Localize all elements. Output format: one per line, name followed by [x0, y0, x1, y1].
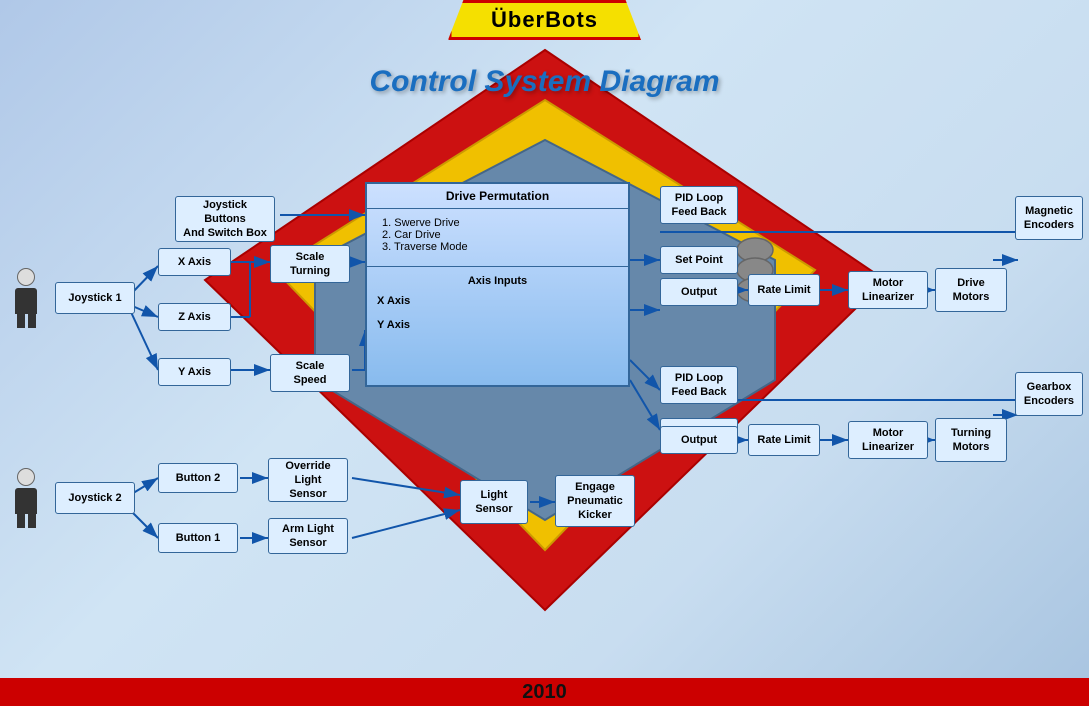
pid1-output-box: Output	[660, 278, 738, 306]
drive-perm-title: Drive Permutation	[367, 184, 628, 209]
scale-turning-box: Scale Turning	[270, 245, 350, 283]
footer: 2010	[0, 678, 1089, 706]
pid2-feedback-box: PID Loop Feed Back	[660, 366, 738, 404]
button1-box: Button 1	[158, 523, 238, 553]
pid1-setpoint-box: Set Point	[660, 246, 738, 274]
diagram-title: Control System Diagram	[369, 65, 719, 99]
button2-box: Button 2	[158, 463, 238, 493]
app-title: ÜberBots	[491, 7, 598, 33]
person-icon-2	[15, 468, 37, 528]
light-sensor-box: Light Sensor	[460, 480, 528, 524]
joystick2-box: Joystick 2	[55, 482, 135, 514]
joystick1-box: Joystick 1	[55, 282, 135, 314]
pid1-feedback-box: PID Loop Feed Back	[660, 186, 738, 224]
motor-linear2-box: Motor Linearizer	[848, 421, 928, 459]
engage-kicker-box: Engage Pneumatic Kicker	[555, 475, 635, 527]
axis-inputs-title: Axis Inputs	[367, 272, 628, 290]
axis-labels: X Axis Y Axis	[367, 290, 628, 336]
arm-light-box: Arm Light Sensor	[268, 518, 348, 554]
joystick-buttons-box: Joystick Buttons And Switch Box	[175, 196, 275, 242]
pid2-output-box: Output	[660, 426, 738, 454]
z-axis-box: Z Axis	[158, 303, 231, 331]
scale-speed-box: Scale Speed	[270, 354, 350, 392]
x-axis1-box: X Axis	[158, 248, 231, 276]
y-axis-box: Y Axis	[158, 358, 231, 386]
rate-limit1-box: Rate Limit	[748, 274, 820, 306]
drive-perm-box: Drive Permutation 1. Swerve Drive 2. Car…	[365, 182, 630, 387]
rate-limit2-box: Rate Limit	[748, 424, 820, 456]
motor-linear1-box: Motor Linearizer	[848, 271, 928, 309]
title-banner: ÜberBots	[448, 0, 641, 40]
turning-motors-box: Turning Motors	[935, 418, 1007, 462]
gearbox-encoders-box: Gearbox Encoders	[1015, 372, 1083, 416]
person-icon-1	[15, 268, 37, 328]
drive-perm-content: 1. Swerve Drive 2. Car Drive 3. Traverse…	[367, 209, 628, 261]
mag-encoders-box: Magnetic Encoders	[1015, 196, 1083, 240]
drive-motors-box: Drive Motors	[935, 268, 1007, 312]
footer-year: 2010	[522, 681, 567, 704]
override-light-box: Override Light Sensor	[268, 458, 348, 502]
